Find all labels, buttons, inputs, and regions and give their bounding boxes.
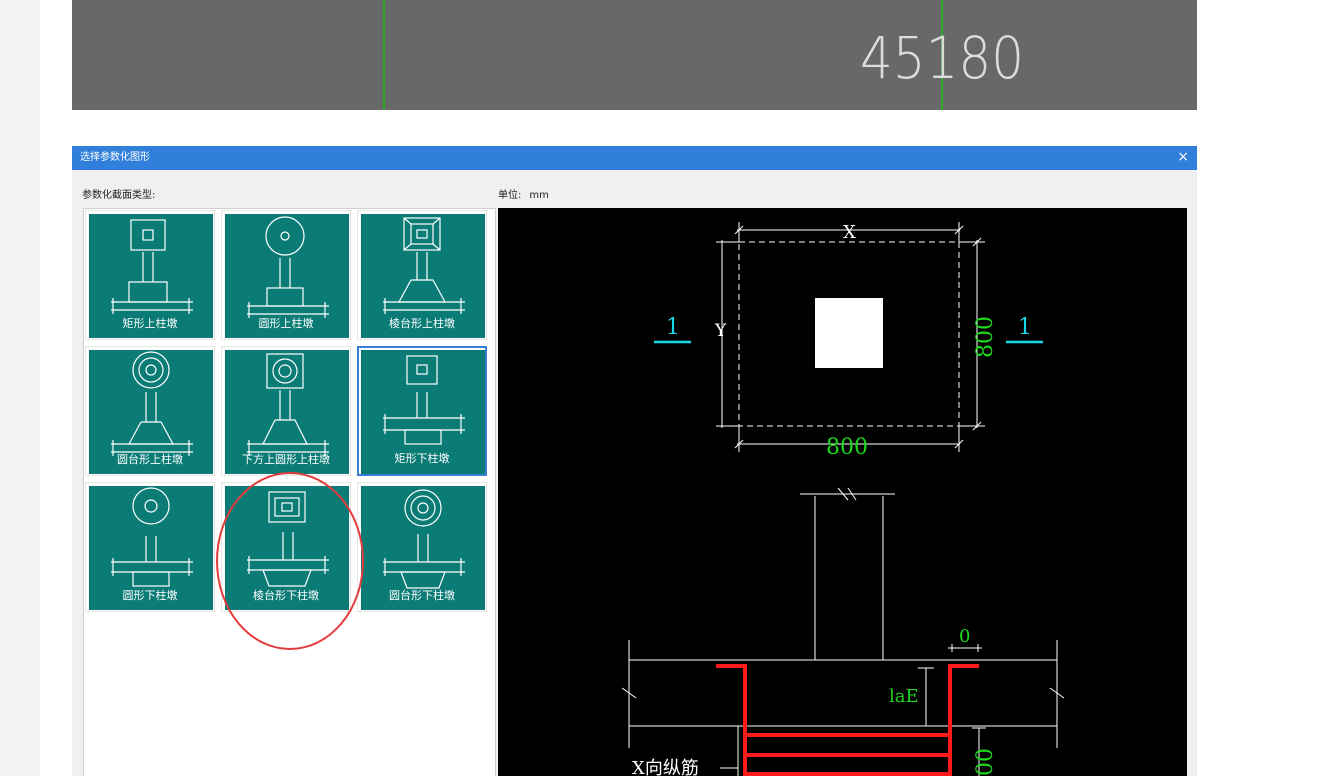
tile-label: 圆形上柱墩 [258, 317, 314, 330]
unit-value: mm [529, 190, 549, 201]
tile-frustum-upper-pier[interactable]: 棱台形上柱墩 [357, 210, 487, 340]
dialog-titlebar[interactable]: 选择参数化图形 × [72, 146, 1197, 170]
tile-label: 圆台形下柱墩 [389, 589, 455, 602]
column-section [815, 298, 883, 368]
cad-number-text: 45180 [860, 24, 1024, 92]
anchorage-length-label: laE [889, 686, 919, 707]
tile-round-frustum-lower-pier[interactable]: 圆台形下柱墩 [357, 482, 487, 612]
tile-circle-lower-pier[interactable]: 圆形下柱墩 [85, 482, 215, 612]
close-icon[interactable]: × [1177, 149, 1189, 165]
tile-label: 下方上圆形上柱墩 [242, 453, 330, 466]
shape-preview-canvas[interactable]: X Y 800 800 1 1 0 laE X向纵筋 00 [498, 208, 1187, 776]
unit-label-text: 单位: [498, 190, 522, 201]
tile-label: 矩形下柱墩 [394, 452, 450, 465]
unit-label: 单位: mm [498, 186, 549, 201]
select-parametric-shape-dialog: 选择参数化图形 × 参数化截面类型: 单位: mm 矩形上柱墩 圆形上柱墩 棱台… [72, 146, 1197, 776]
dialog-title: 选择参数化图形 [80, 152, 150, 163]
tile-label: 矩形上柱墩 [122, 317, 178, 330]
section-label-left: 1 [666, 315, 680, 340]
dim-x-label: X [843, 222, 856, 243]
pier-drawing: X Y 800 800 1 1 0 laE X向纵筋 00 [621, 222, 1065, 776]
dim-width-label: 800 [826, 435, 868, 460]
tile-label: 棱台形下柱墩 [253, 589, 319, 602]
tile-frustum-lower-pier[interactable]: 棱台形下柱墩 [221, 482, 351, 612]
tile-rect-lower-pier[interactable]: 矩形下柱墩 [357, 346, 487, 476]
section-label-right: 1 [1018, 315, 1032, 340]
shape-type-list[interactable]: 矩形上柱墩 圆形上柱墩 棱台形上柱墩 圆台形上柱墩 下方上圆形上柱墩 矩形下柱墩… [83, 208, 496, 776]
left-gutter [0, 0, 40, 776]
tile-rect-upper-pier[interactable]: 矩形上柱墩 [85, 210, 215, 340]
dim-height-label: 800 [973, 316, 998, 358]
cad-strip-drawing: 45180 [383, 0, 1024, 110]
tile-round-frustum-upper-pier[interactable]: 圆台形上柱墩 [85, 346, 215, 476]
tile-square-round-upper-pier[interactable]: 下方上圆形上柱墩 [221, 346, 351, 476]
dim-y-label: Y [714, 321, 727, 341]
cad-canvas-strip[interactable]: 45180 [72, 0, 1197, 110]
tile-label: 棱台形上柱墩 [389, 317, 455, 330]
x-rebar-label: X向纵筋 [632, 758, 699, 776]
tile-label: 圆台形上柱墩 [117, 453, 183, 466]
rebar [716, 664, 979, 776]
depth-dim-label: 00 [973, 748, 998, 776]
offset-dim-label: 0 [959, 626, 970, 647]
tile-label: 圆形下柱墩 [122, 589, 178, 602]
tile-circle-upper-pier[interactable]: 圆形上柱墩 [221, 210, 351, 340]
section-types-label: 参数化截面类型: [82, 190, 156, 201]
